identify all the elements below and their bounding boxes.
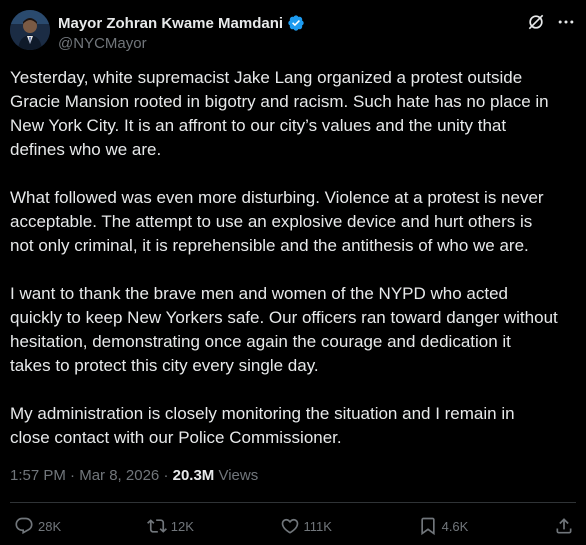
action-bar: 28K 12K 111K 4.6K xyxy=(14,514,574,538)
views-label: Views xyxy=(218,467,259,484)
post-text: Yesterday, white supremacist Jake Lang o… xyxy=(10,66,580,474)
author-handle[interactable]: @NYCMayor xyxy=(58,34,305,54)
post-meta: 1:57 PM · Mar 8, 2026 · 20.3M Views xyxy=(10,466,258,486)
bookmark-count: 4.6K xyxy=(441,518,469,534)
post-paragraph: What followed was even more disturbing. … xyxy=(10,188,544,255)
meta-separator: · xyxy=(70,467,76,484)
reply-count: 28K xyxy=(38,518,62,534)
reply-icon xyxy=(15,517,33,535)
bookmark-icon xyxy=(420,517,435,536)
author-display-name[interactable]: Mayor Zohran Kwame Mamdani xyxy=(58,15,283,32)
meta-separator: · xyxy=(163,467,169,484)
more-options-icon[interactable] xyxy=(556,12,576,32)
repost-icon xyxy=(146,519,167,533)
repost-count: 12K xyxy=(170,518,194,534)
views-count: 20.3M xyxy=(172,467,215,484)
post-paragraph: I want to thank the brave men and women … xyxy=(10,284,558,375)
like-button[interactable]: 111K xyxy=(280,516,332,536)
post-header: Mayor Zohran Kwame Mamdani @NYCMayor xyxy=(10,10,576,54)
divider xyxy=(10,502,576,503)
reply-button[interactable]: 28K xyxy=(14,516,61,536)
like-count: 111K xyxy=(303,518,332,534)
bookmark-button[interactable]: 4.6K xyxy=(418,516,469,536)
avatar-image xyxy=(10,10,50,50)
post-date[interactable]: Mar 8, 2026 xyxy=(79,467,159,484)
post-paragraph: My administration is closely monitoring … xyxy=(10,404,515,447)
grok-icon[interactable] xyxy=(526,12,546,32)
repost-button[interactable]: 12K xyxy=(146,516,194,536)
verified-badge-icon xyxy=(288,15,304,31)
post-paragraph: Yesterday, white supremacist Jake Lang o… xyxy=(10,68,549,159)
share-icon xyxy=(556,518,572,534)
avatar[interactable] xyxy=(10,10,50,50)
like-icon xyxy=(281,518,298,534)
post-time[interactable]: 1:57 PM xyxy=(10,467,66,484)
share-button[interactable] xyxy=(554,516,574,536)
